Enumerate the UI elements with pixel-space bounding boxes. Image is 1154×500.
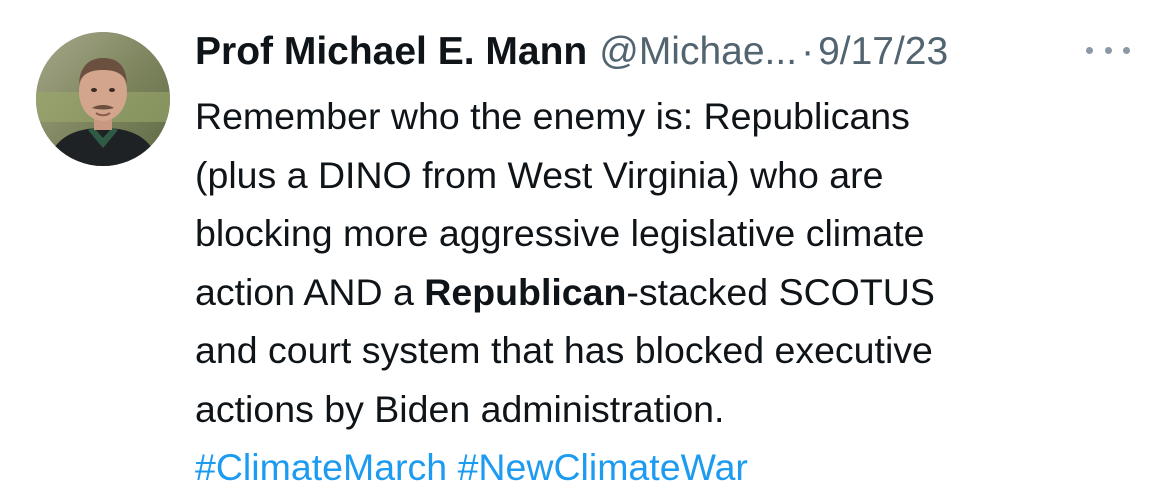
tweet-header: Prof Michael E. Mann @Michae... · 9/17/2… bbox=[195, 22, 948, 82]
tweet-card[interactable]: Prof Michael E. Mann @Michae... · 9/17/2… bbox=[0, 0, 1154, 500]
author-display-name[interactable]: Prof Michael E. Mann bbox=[195, 22, 587, 82]
hashtag-link[interactable]: #NewClimateWar bbox=[458, 446, 748, 488]
tweet-text: Remember who the enemy is: Republicans (… bbox=[195, 87, 1125, 497]
more-dot bbox=[1104, 46, 1112, 54]
tweet-line: actions by Biden administration. bbox=[195, 387, 725, 430]
tweet-bold-text: Republican bbox=[424, 270, 627, 313]
tweet-line: Remember who the enemy is: Republicans bbox=[195, 95, 910, 137]
author-handle[interactable]: @Michae... bbox=[599, 22, 797, 82]
tweet-line: (plus a DINO from West Virginia) who are bbox=[195, 153, 884, 196]
hashtag-link[interactable]: #ClimateMarch bbox=[195, 446, 447, 488]
more-dot bbox=[1123, 46, 1130, 54]
more-horizontal-icon[interactable] bbox=[1086, 40, 1130, 60]
tweet-text-segment: -stacked SCOTUS bbox=[626, 270, 935, 313]
hashtags-line: #ClimateMarch #NewClimateWar bbox=[195, 438, 1125, 497]
profile-photo bbox=[36, 32, 170, 166]
tweet-line: action AND a Republican-stacked SCOTUS bbox=[195, 263, 1125, 322]
avatar[interactable] bbox=[36, 32, 170, 166]
more-dot bbox=[1086, 46, 1093, 54]
tweet-date[interactable]: 9/17/23 bbox=[818, 22, 948, 82]
header-separator: · bbox=[801, 30, 815, 73]
tweet-text-segment: action AND a bbox=[195, 270, 425, 313]
tweet-line: blocking more aggressive legislative cli… bbox=[195, 212, 925, 254]
tweet-line: and court system that has blocked execut… bbox=[195, 329, 933, 371]
